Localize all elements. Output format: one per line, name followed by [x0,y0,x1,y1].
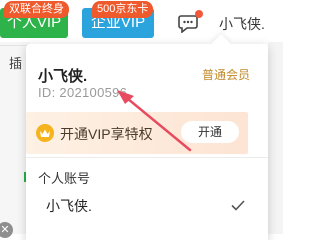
crown-icon [36,124,54,142]
vip-promo-card: 开通VIP享特权 开通 [26,112,248,154]
close-icon[interactable]: ✕ [0,222,13,238]
background-side-text: 插 [9,56,23,71]
user-id: ID: 202100596 [38,85,128,100]
account-item[interactable]: 小飞侠. [26,190,268,218]
notification-dot [195,10,203,18]
user-dropdown: 小飞侠. 普通会员 ID: 202100596 开通VIP享特权 开通 个人账号… [26,34,268,240]
chat-bubble-icon[interactable] [178,15,198,34]
vip-promo-text: 开通VIP享特权 [60,126,153,142]
top-username[interactable]: 小飞侠. [219,14,265,34]
section-personal-account: 个人账号 [38,171,91,186]
checkmark-icon [231,198,245,216]
profile-name: 小飞侠. [38,68,88,85]
account-name: 小飞侠. [46,198,92,214]
member-level-badge: 普通会员 [201,68,250,82]
background-right-panel [268,42,283,234]
promo-badge-jd-card: 500京东卡 [92,1,154,18]
top-bar: 个人VIP 企业VIP 双联合终身 500京东卡 小飞侠. [0,0,283,44]
dropdown-divider [26,157,268,158]
promo-badge-lifetime: 双联合终身 [4,1,69,18]
open-vip-button[interactable]: 开通 [181,121,239,143]
